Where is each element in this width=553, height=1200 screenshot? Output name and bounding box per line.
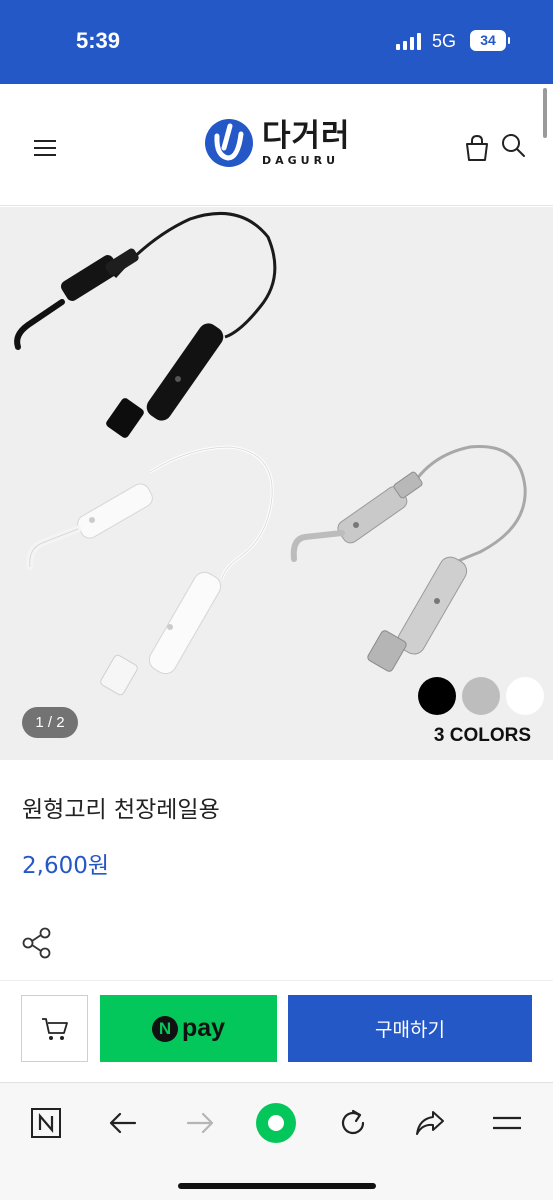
search-icon[interactable] (500, 132, 526, 158)
signal-icon (396, 32, 421, 50)
site-header: 다거러 DAGURU (0, 84, 553, 206)
naver-pay-button[interactable]: N pay (100, 995, 277, 1062)
product-image-gallery[interactable]: 1 / 2 3 COLORS (0, 207, 553, 760)
cart-icon (41, 1017, 68, 1040)
share-arrow-icon[interactable] (408, 1101, 452, 1145)
menu-icon[interactable] (485, 1101, 529, 1145)
share-icon[interactable] (22, 927, 52, 959)
buy-now-button[interactable]: 구매하기 (288, 995, 532, 1062)
product-name: 원형고리 천장레일용 (22, 797, 220, 823)
logo-text-english: DAGURU (262, 153, 340, 167)
site-logo[interactable]: 다거러 DAGURU (204, 118, 351, 168)
silver-hanger-image (290, 445, 527, 672)
swatch-black[interactable] (418, 677, 456, 715)
purchase-bar: N pay 구매하기 (0, 980, 553, 1080)
network-label: 5G (432, 31, 457, 51)
swatch-silver[interactable] (462, 677, 500, 715)
white-hanger-image (26, 445, 274, 696)
battery-icon: 34 (470, 30, 510, 51)
forward-icon[interactable] (178, 1101, 222, 1145)
image-page-indicator: 1 / 2 (22, 707, 78, 738)
browser-toolbar (0, 1082, 553, 1200)
shopping-bag-icon[interactable] (464, 134, 490, 162)
hamburger-menu-icon[interactable] (34, 140, 56, 158)
naver-pay-label: pay (181, 1014, 226, 1042)
logo-text-korean: 다거러 (262, 117, 351, 154)
reload-icon[interactable] (331, 1101, 375, 1145)
naver-n-icon[interactable] (24, 1101, 68, 1145)
scroll-indicator (543, 88, 547, 138)
color-swatches (418, 677, 544, 715)
status-bar: 5:39 5G 34 (0, 0, 553, 84)
swatch-white[interactable] (506, 677, 544, 715)
naver-pay-badge: N (151, 1015, 178, 1042)
add-to-cart-button[interactable] (21, 995, 88, 1062)
status-time: 5:39 (76, 28, 121, 53)
colors-label: 3 COLORS (433, 725, 531, 746)
back-icon[interactable] (101, 1101, 145, 1145)
product-price: 2,600원 (22, 853, 110, 879)
home-dot-icon[interactable] (254, 1101, 298, 1145)
black-hanger-image (14, 211, 277, 438)
home-indicator (178, 1183, 376, 1189)
logo-mark-icon (205, 119, 253, 167)
